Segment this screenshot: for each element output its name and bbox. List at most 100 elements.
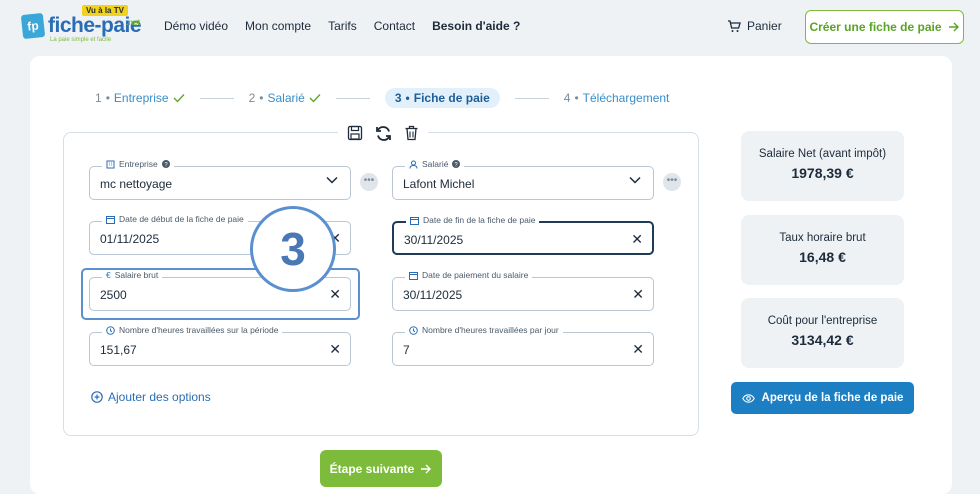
cart-link[interactable]: Panier <box>727 19 782 33</box>
preview-payslip-label: Aperçu de la fiche de paie <box>761 392 904 404</box>
clock-icon <box>409 325 418 335</box>
step-dot: • <box>405 91 410 105</box>
heures-jour-label: Nombre d'heures travaillées par jour <box>422 325 559 335</box>
summary-value: 1978,39 € <box>791 165 854 181</box>
step-number: 4 <box>563 91 571 105</box>
entreprise-select[interactable]: Entreprise ? mc nettoyage <box>89 159 351 200</box>
clear-icon[interactable]: ✕ <box>329 341 341 358</box>
clear-icon[interactable]: ✕ <box>632 341 644 358</box>
check-icon <box>309 94 321 103</box>
summary-value: 16,48 € <box>799 249 846 265</box>
heures-periode-value: 151,67 <box>100 343 137 357</box>
entreprise-value: mc nettoyage <box>100 177 173 191</box>
chevron-down-icon[interactable] <box>629 176 641 184</box>
salarie-label: Salarié <box>422 159 449 169</box>
nav-mon-compte[interactable]: Mon compte <box>245 19 311 33</box>
chevron-down-icon[interactable] <box>326 176 338 184</box>
date-paiement-label-wrap: Date de paiement du salaire <box>405 270 533 280</box>
date-paiement-value: 30/11/2025 <box>403 288 463 302</box>
refresh-icon[interactable] <box>375 125 392 142</box>
trash-icon[interactable] <box>404 125 419 141</box>
summary-label: Coût pour l'entreprise <box>767 315 878 327</box>
clear-icon[interactable]: ✕ <box>632 286 644 303</box>
summary-label: Taux horaire brut <box>779 232 866 244</box>
plus-circle-icon <box>91 391 103 403</box>
step-fiche-de-paie[interactable]: 3 • Fiche de paie <box>384 88 500 108</box>
heures-periode-label: Nombre d'heures travaillées sur la pério… <box>119 325 279 335</box>
date-debut-label-wrap: Date de début de la fiche de paie <box>102 214 248 224</box>
heures-periode-field[interactable]: Nombre d'heures travaillées sur la pério… <box>89 325 351 366</box>
create-payslip-label: Créer une fiche de paie <box>809 20 942 34</box>
salarie-select[interactable]: Salarié ? Lafont Michel <box>392 159 654 200</box>
step-separator <box>514 97 549 99</box>
salarie-more-icon[interactable]: ••• <box>663 173 681 191</box>
create-payslip-button[interactable]: Créer une fiche de paie <box>805 10 964 44</box>
logo-tagline: La paie simple et facile <box>50 37 112 43</box>
top-navigation-bar: fp fiche-paie Vu à la TV .net La paie si… <box>0 0 980 56</box>
employer-cost-card: Coût pour l'entreprise 3134,42 € <box>741 298 904 368</box>
nav-demo-video[interactable]: Démo vidéo <box>164 19 228 33</box>
date-paiement-label: Date de paiement du salaire <box>422 270 529 280</box>
step-dot: • <box>574 91 579 105</box>
clear-icon[interactable]: ✕ <box>329 286 341 303</box>
date-fin-label-wrap: Date de fin de la fiche de paie <box>406 215 540 225</box>
logo-tld: .net <box>126 18 141 27</box>
nav-besoin-aide[interactable]: Besoin d'aide ? <box>432 19 520 33</box>
preview-payslip-button[interactable]: Aperçu de la fiche de paie <box>731 382 914 414</box>
form-toolbar <box>338 122 428 144</box>
clock-icon <box>106 325 115 335</box>
salarie-label-wrap: Salarié ? <box>405 159 465 169</box>
calendar-icon <box>409 271 418 280</box>
step-label: Fiche de paie <box>413 91 490 105</box>
step-label: Téléchargement <box>582 91 670 105</box>
save-icon[interactable] <box>347 125 363 141</box>
step-dot: • <box>105 91 110 105</box>
calendar-icon <box>106 215 115 224</box>
add-options-label: Ajouter des options <box>108 390 211 404</box>
net-salary-card: Salaire Net (avant impôt) 1978,39 € <box>741 131 904 201</box>
help-icon[interactable]: ? <box>161 160 170 168</box>
calendar-icon <box>410 216 419 225</box>
nav-tarifs[interactable]: Tarifs <box>328 19 357 33</box>
date-debut-label: Date de début de la fiche de paie <box>119 214 244 224</box>
fiche-paie-logo[interactable]: fp fiche-paie Vu à la TV .net La paie si… <box>20 5 144 44</box>
hourly-rate-card: Taux horaire brut 16,48 € <box>741 215 904 285</box>
date-paiement-field[interactable]: Date de paiement du salaire 30/11/2025 ✕ <box>392 270 654 311</box>
arrow-right-icon <box>948 22 959 32</box>
step-separator <box>335 97 370 99</box>
date-fin-field[interactable]: Date de fin de la fiche de paie 30/11/20… <box>392 215 654 255</box>
logo-mark-icon: fp <box>20 12 46 40</box>
next-step-button[interactable]: Étape suivante <box>320 450 442 487</box>
step-label: Entreprise <box>113 91 169 105</box>
entreprise-label: Entreprise <box>119 159 158 169</box>
euro-icon: € <box>106 270 111 280</box>
date-debut-value: 01/11/2025 <box>100 232 160 246</box>
step-entreprise[interactable]: 1 • Entreprise <box>95 91 185 105</box>
step-number: 3 <box>394 91 402 105</box>
step-salarie[interactable]: 2 • Salarié <box>249 91 321 105</box>
arrow-right-icon <box>421 464 432 473</box>
heures-jour-field[interactable]: Nombre d'heures travaillées par jour 7 ✕ <box>392 325 654 366</box>
step-telechargement[interactable]: 4 • Téléchargement <box>564 91 670 105</box>
nav-contact[interactable]: Contact <box>374 19 415 33</box>
step-number: 2 <box>248 91 256 105</box>
add-options-link[interactable]: Ajouter des options <box>91 390 211 404</box>
cart-icon <box>728 19 741 32</box>
check-icon <box>173 94 185 103</box>
step-label: Salarié <box>267 91 305 105</box>
eye-icon <box>741 393 755 403</box>
salarie-value: Lafont Michel <box>403 177 475 191</box>
help-icon[interactable]: ? <box>452 160 461 168</box>
heures-jour-label-wrap: Nombre d'heures travaillées par jour <box>405 325 563 335</box>
cart-label: Panier <box>747 19 782 33</box>
step-dot: • <box>259 91 264 105</box>
salaire-brut-label-wrap: € Salaire brut <box>102 270 163 280</box>
main-nav: Démo vidéo Mon compte Tarifs Contact Bes… <box>164 19 520 33</box>
building-icon <box>106 160 115 168</box>
entreprise-more-icon[interactable]: ••• <box>360 173 378 191</box>
step-number: 1 <box>95 91 102 105</box>
step-separator <box>199 97 234 99</box>
user-icon <box>409 160 418 169</box>
clear-icon[interactable]: ✕ <box>631 231 643 248</box>
salaire-brut-label: Salaire brut <box>114 270 159 280</box>
